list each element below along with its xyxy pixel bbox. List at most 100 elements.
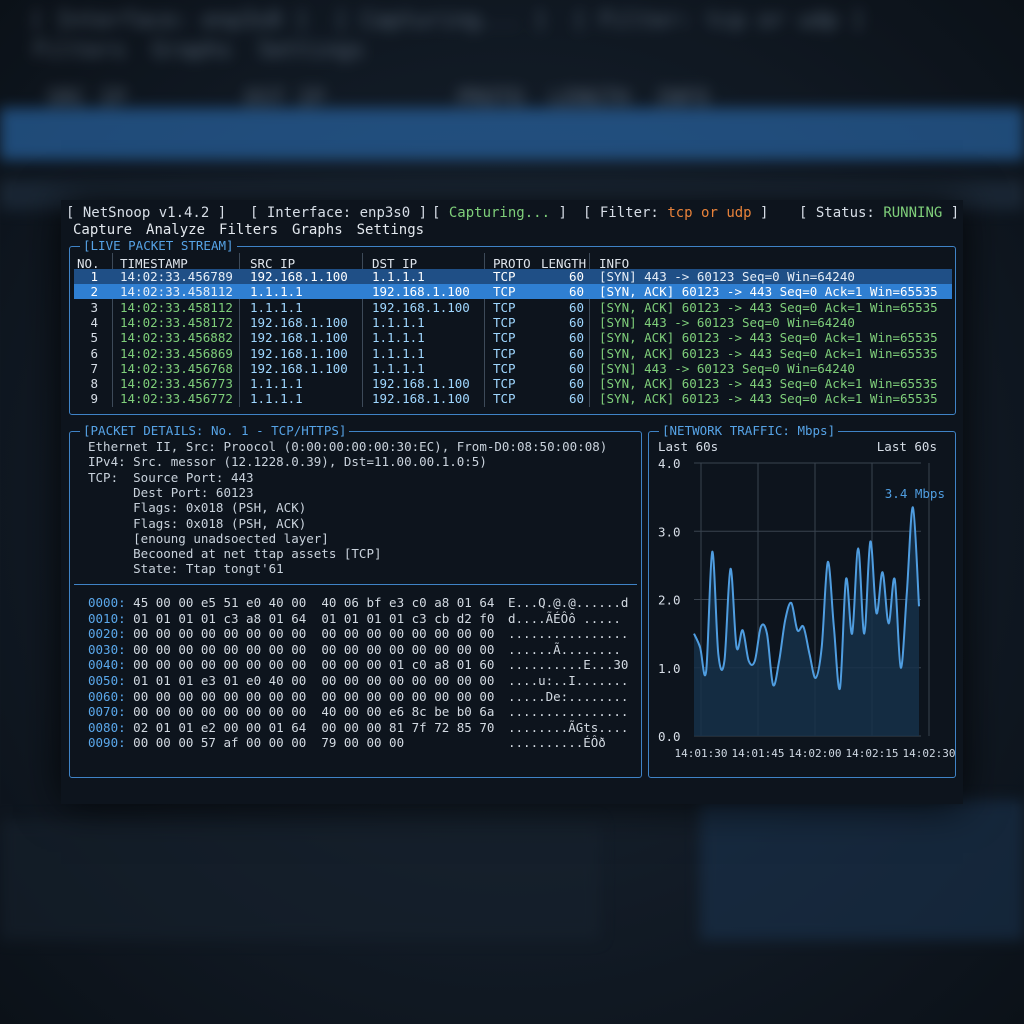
- hex-offset: 0020:: [88, 626, 126, 642]
- cell-dst: 1.1.1.1: [372, 345, 425, 361]
- hex-bytes: 00 00 00 00 00 00 00 00 00 00 00 00 00 0…: [133, 641, 495, 657]
- table-row[interactable]: 1 14:02:33.456789 192.168.1.100 1.1.1.1 TCP 6…: [74, 269, 952, 284]
- hex-row[interactable]: 0060: 00 00 00 00 00 00 00 00 00 00 00 0…: [88, 688, 628, 704]
- hex-ascii: d....ÃÉÔô .....: [508, 610, 621, 626]
- table-row[interactable]: 4 14:02:33.458172 192.168.1.100 1.1.1.1 TCP 6…: [74, 315, 952, 330]
- cell-info: [SYN] 443 -> 60123 Seq=0 Win=64240: [599, 269, 855, 284]
- cell-len: 60: [568, 269, 584, 284]
- cell-len: 60: [568, 314, 584, 330]
- x-tick-label: 14:01:45: [732, 747, 785, 760]
- cell-no: 5: [90, 330, 98, 346]
- cell-len: 60: [568, 330, 584, 346]
- panel-title: [PACKET DETAILS: No. 1 - TCP/HTTPS]: [80, 423, 350, 439]
- network-traffic-panel: [NETWORK TRAFFIC: Mbps] Last 60s Last 60s…: [648, 423, 956, 778]
- hex-bytes: 00 00 00 00 00 00 00 00 00 00 00 00 00 0…: [133, 688, 495, 704]
- detail-line[interactable]: Flags: 0x018 (PSH, ACK): [88, 500, 306, 515]
- hex-row[interactable]: 0050: 01 01 01 e3 01 e0 40 00 00 00 00 0…: [88, 673, 628, 688]
- cell-no: 7: [90, 360, 98, 376]
- netsnoop-window: [ NetSnoop v1.4.2 ] [ Interface: enp3s0 …: [61, 200, 963, 804]
- status-value: RUNNING: [883, 205, 943, 221]
- hex-offset: 0010:: [88, 610, 126, 626]
- hex-ascii: ....u:..I.......: [508, 673, 629, 688]
- cell-no: 1: [90, 269, 98, 284]
- hex-bytes: 01 01 01 e3 01 e0 40 00 00 00 00 00 00 0…: [133, 673, 495, 688]
- app-name: NetSnoop v1.4.2: [82, 205, 210, 221]
- hex-offset: 0000:: [88, 595, 126, 610]
- y-tick-label: 2.0: [658, 593, 681, 608]
- cell-src: 192.168.1.100: [250, 360, 348, 376]
- menu-graphs[interactable]: Graphs: [292, 222, 343, 238]
- interface-segment[interactable]: [ Interface: enp3s0 ]: [250, 205, 427, 221]
- menu-capture[interactable]: Capture: [73, 222, 132, 238]
- y-tick-label: 1.0: [658, 661, 681, 676]
- hex-offset: 0090:: [88, 735, 126, 751]
- cell-dst: 1.1.1.1: [372, 314, 425, 330]
- cell-no: 6: [90, 345, 98, 361]
- detail-line[interactable]: IPv4: Src. messor (12.1228.0.39), Dst=11…: [88, 454, 487, 469]
- cell-len: 60: [568, 376, 584, 392]
- cell-src: 1.1.1.1: [250, 376, 303, 392]
- detail-line[interactable]: Dest Port: 60123: [88, 485, 253, 500]
- table-row[interactable]: 6 14:02:33.456869 192.168.1.100 1.1.1.1 TCP 6…: [74, 346, 952, 361]
- cell-dst: 192.168.1.100: [372, 376, 470, 392]
- detail-line[interactable]: Ethernet II, Src: Proocol (0:00:00:00:00…: [88, 439, 607, 454]
- cell-no: 8: [90, 376, 98, 392]
- cell-info: [SYN, ACK] 60123 -> 443 Seq=0 Ack=1 Win=…: [599, 284, 938, 300]
- hex-bytes: 00 00 00 00 00 00 00 00 00 00 00 00 00 0…: [133, 626, 495, 642]
- cell-ts: 14:02:33.456768: [120, 360, 233, 376]
- traffic-caption-left: Last 60s: [658, 439, 718, 454]
- detail-line[interactable]: State: Ttap tongt'61: [88, 561, 284, 576]
- table-row[interactable]: 3 14:02:33.458112 1.1.1.1 192.168.1.100 TCP 6…: [74, 300, 952, 315]
- hex-offset: 0030:: [88, 641, 126, 657]
- detail-line[interactable]: TCP: Source Port: 443: [88, 470, 254, 485]
- hex-row[interactable]: 0070: 00 00 00 00 00 00 00 00 40 00 00 e…: [88, 704, 628, 720]
- menu-filters[interactable]: Filters: [219, 222, 278, 238]
- hex-ascii: ........ÃGts....: [508, 719, 629, 735]
- cell-info: [SYN] 443 -> 60123 Seq=0 Win=64240: [599, 360, 855, 376]
- table-row[interactable]: 9 14:02:33.456772 1.1.1.1 192.168.1.100 TCP 6…: [74, 391, 952, 406]
- table-row[interactable]: 5 14:02:33.456882 192.168.1.100 1.1.1.1 TCP 6…: [74, 330, 952, 345]
- background-block: [0, 820, 600, 940]
- hex-ascii: ................: [508, 704, 629, 720]
- cell-src: 192.168.1.100: [250, 269, 348, 284]
- hex-bytes: 01 01 01 01 c3 a8 01 64 01 01 01 01 c3 c…: [133, 610, 495, 626]
- cell-src: 192.168.1.100: [250, 330, 348, 346]
- cell-dst: 192.168.1.100: [372, 284, 470, 300]
- hex-row[interactable]: 0020: 00 00 00 00 00 00 00 00 00 00 00 0…: [88, 626, 628, 642]
- table-row[interactable]: 8 14:02:33.456773 1.1.1.1 192.168.1.100 TCP 6…: [74, 376, 952, 391]
- hex-row[interactable]: 0080: 02 01 01 e2 00 00 01 64 00 00 00 8…: [88, 720, 628, 735]
- hex-row[interactable]: 0090: 00 00 00 57 af 00 00 00 79 00 00 0…: [88, 735, 606, 751]
- cell-src: 192.168.1.100: [250, 345, 348, 361]
- detail-line[interactable]: Flags: 0x018 (PSH, ACK): [88, 516, 306, 531]
- cell-dst: 1.1.1.1: [372, 269, 425, 284]
- cell-ts: 14:02:33.456772: [120, 391, 233, 407]
- table-row[interactable]: 2 14:02:33.458112 1.1.1.1 192.168.1.100 TCP 6…: [74, 284, 952, 300]
- table-header: NO. TIMESTAMP SRC IP DST IP PROTO LENGTH…: [70, 256, 955, 271]
- hex-row[interactable]: 0030: 00 00 00 00 00 00 00 00 00 00 00 0…: [88, 641, 621, 657]
- cell-info: [SYN, ACK] 60123 -> 443 Seq=0 Ack=1 Win=…: [599, 299, 938, 315]
- cell-len: 60: [568, 360, 584, 376]
- hex-row[interactable]: 0010: 01 01 01 01 c3 a8 01 64 01 01 01 0…: [88, 610, 621, 626]
- traffic-caption-right: Last 60s: [877, 439, 937, 454]
- table-row[interactable]: 7 14:02:33.456768 192.168.1.100 1.1.1.1 TCP 6…: [74, 361, 952, 376]
- filter-segment[interactable]: [ Filter: tcp or udp ]: [583, 205, 768, 221]
- hex-row[interactable]: 0040: 00 00 00 00 00 00 00 00 00 00 00 0…: [88, 657, 628, 672]
- capture-segment[interactable]: [ Capturing... ]: [432, 205, 567, 221]
- background-block: [700, 800, 1024, 940]
- hex-row[interactable]: 0000: 45 00 00 e5 51 e0 40 00 40 06 bf e…: [88, 595, 628, 610]
- traffic-chart: Last 60s Last 60s 4.0 3.0 2.0 1.0 0.0 14:01:30 1…: [658, 439, 955, 760]
- x-tick-label: 14:01:30: [675, 747, 728, 760]
- hex-ascii: ..........ÉÔð: [508, 735, 606, 751]
- cell-len: 60: [568, 299, 584, 315]
- cell-info: [SYN, ACK] 60123 -> 443 Seq=0 Ack=1 Win=…: [599, 391, 938, 407]
- y-tick-label: 0.0: [658, 729, 681, 744]
- cell-dst: 192.168.1.100: [372, 299, 470, 315]
- cell-dst: 1.1.1.1: [372, 330, 425, 346]
- hex-offset: 0070:: [88, 704, 126, 720]
- detail-line[interactable]: [enoung unadsoected layer]: [88, 531, 329, 546]
- menu-analyze[interactable]: Analyze: [146, 222, 205, 238]
- menu-settings[interactable]: Settings: [357, 222, 424, 238]
- cell-ts: 14:02:33.458112: [120, 284, 233, 300]
- detail-line[interactable]: Becooned at net ttap assets [TCP]: [88, 546, 381, 561]
- cell-ts: 14:02:33.456869: [120, 345, 233, 361]
